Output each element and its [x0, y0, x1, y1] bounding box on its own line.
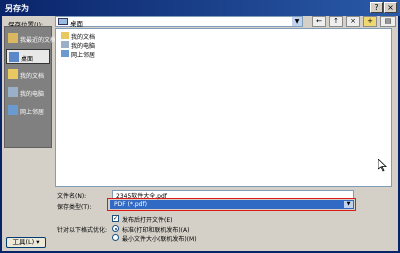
file-list[interactable]: 我的文档 我的电脑 网上邻居 [55, 28, 392, 187]
place-network[interactable]: 网上邻居 [6, 103, 50, 118]
network-icon [61, 50, 69, 57]
open-after-publish-label: 发布后打开文件(E) [122, 217, 173, 224]
save-as-dialog: 另存为 ? × 保存位置(I): 桌面 ▼ ← ↑ × + ▤ 我最近的文档 桌… [0, 0, 400, 253]
folder-icon [8, 69, 18, 79]
filename-label: 文件名(N): [57, 193, 87, 200]
desktop-icon [58, 18, 68, 25]
chevron-down-icon[interactable]: ▼ [292, 17, 302, 26]
opt-min-label: 最小文件大小(联机发布)(M) [122, 236, 197, 243]
chevron-down-icon[interactable]: ▼ [344, 201, 353, 208]
place-recent[interactable]: 我最近的文档 [6, 31, 56, 46]
place-desktop[interactable]: 桌面 [6, 49, 50, 64]
save-in-combo[interactable]: 桌面 ▼ [55, 16, 303, 28]
back-icon[interactable]: ← [312, 16, 326, 27]
save-in-value: 桌面 [70, 20, 83, 28]
dialog-title: 另存为 [5, 4, 29, 13]
delete-icon[interactable]: × [346, 16, 360, 27]
optimize-label: 针对以下格式优化: [57, 227, 108, 234]
computer-icon [8, 87, 18, 97]
network-icon [8, 105, 18, 115]
mouse-cursor-icon [378, 159, 387, 172]
filetype-label: 保存类型(T): [57, 204, 92, 211]
filetype-select[interactable]: PDF (*.pdf) ▼ [110, 200, 354, 209]
place-my-computer[interactable]: 我的电脑 [6, 85, 50, 100]
title-bar[interactable]: 另存为 ? × [0, 0, 400, 16]
new-folder-icon[interactable]: + [363, 16, 377, 27]
opt-min-radio[interactable] [112, 234, 119, 241]
up-folder-icon[interactable]: ↑ [329, 16, 343, 27]
opt-standard-label: 标准(打印和联机发布)(A) [122, 227, 190, 234]
opt-standard-radio[interactable] [112, 225, 119, 232]
dialog-body: 保存位置(I): 桌面 ▼ ← ↑ × + ▤ 我最近的文档 桌面 我的文档 我… [2, 16, 398, 251]
open-after-publish-checkbox[interactable]: ✓ [112, 215, 119, 222]
folder-icon [61, 32, 69, 39]
computer-icon [61, 41, 69, 48]
place-my-documents[interactable]: 我的文档 [6, 67, 50, 82]
places-bar: 我最近的文档 桌面 我的文档 我的电脑 网上邻居 [4, 26, 56, 148]
close-button[interactable]: × [384, 2, 397, 13]
desktop-icon [9, 52, 19, 62]
recent-documents-icon [8, 33, 18, 43]
tools-button[interactable]: 工具(L) ▾ [6, 237, 46, 248]
views-icon[interactable]: ▤ [380, 16, 396, 27]
help-button[interactable]: ? [370, 2, 383, 13]
